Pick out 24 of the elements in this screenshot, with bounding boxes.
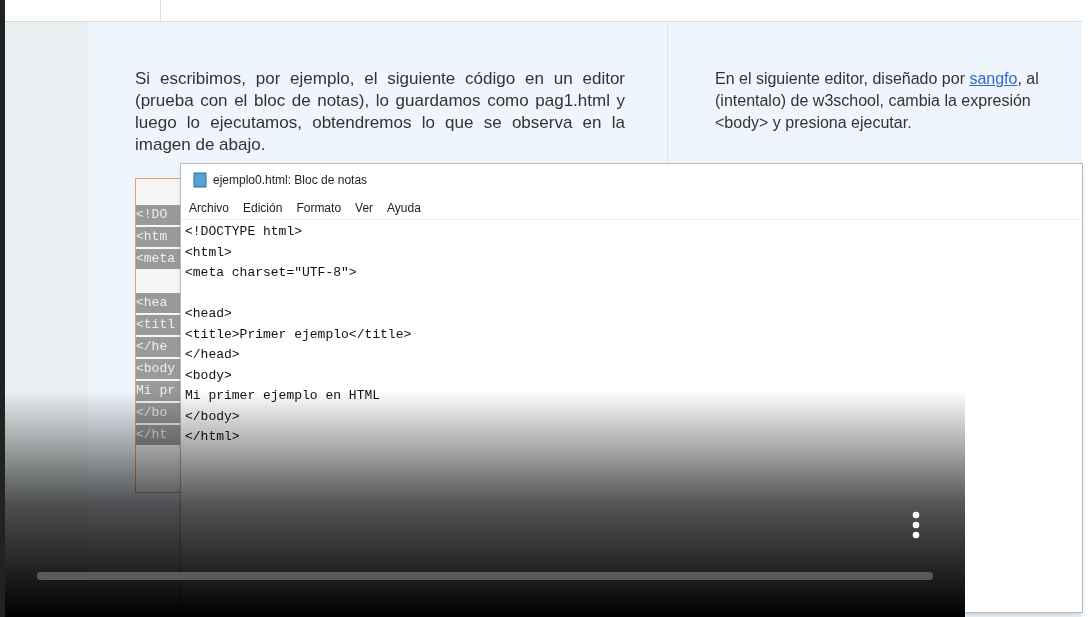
intro-paragraph: Si escribimos, por ejemplo, el siguiente código en un editor (prueba con el bloc de notas), lo guardamos como pag1.html y luego lo ejecutamos, obtendremos lo que se observa en la imagen de abajo. bbox=[135, 68, 625, 156]
menu-item[interactable]: Ayuda bbox=[387, 198, 421, 217]
instruction-text: <body> y presiona ejecutar. bbox=[715, 113, 913, 133]
code-line: <body> bbox=[185, 366, 233, 385]
more-options-icon[interactable] bbox=[911, 511, 921, 539]
notepad-icon bbox=[193, 172, 207, 188]
code-line: <meta charset="UTF-8"> bbox=[185, 264, 358, 282]
code-line: <head> bbox=[185, 305, 233, 323]
menu-item[interactable]: Formato bbox=[296, 198, 342, 217]
menu-item[interactable]: Ver bbox=[355, 198, 374, 217]
code-line: </body> bbox=[185, 407, 241, 426]
code-line: </head> bbox=[185, 346, 241, 364]
window-title: ejemplo0.html: Bloc de notas bbox=[213, 172, 368, 189]
menu-item[interactable]: Edición bbox=[243, 198, 283, 217]
code-line: </html> bbox=[185, 428, 241, 446]
code-line: <html> bbox=[185, 243, 233, 262]
code-line: <!DOCTYPE html> bbox=[185, 223, 304, 241]
instruction-text: (intentalo) de w3school, cambia la expresión bbox=[715, 91, 1032, 111]
progress-track[interactable] bbox=[37, 572, 933, 580]
menu-item[interactable]: Archivo bbox=[189, 198, 229, 217]
instruction-text: En el siguiente editor, diseñado por sangfo, al bbox=[715, 69, 1040, 89]
author-link[interactable]: sangfo bbox=[969, 70, 1018, 87]
code-line: Mi primer ejemplo en HTML bbox=[185, 387, 382, 405]
code-line: <title>Primer ejemplo</title> bbox=[185, 325, 413, 344]
